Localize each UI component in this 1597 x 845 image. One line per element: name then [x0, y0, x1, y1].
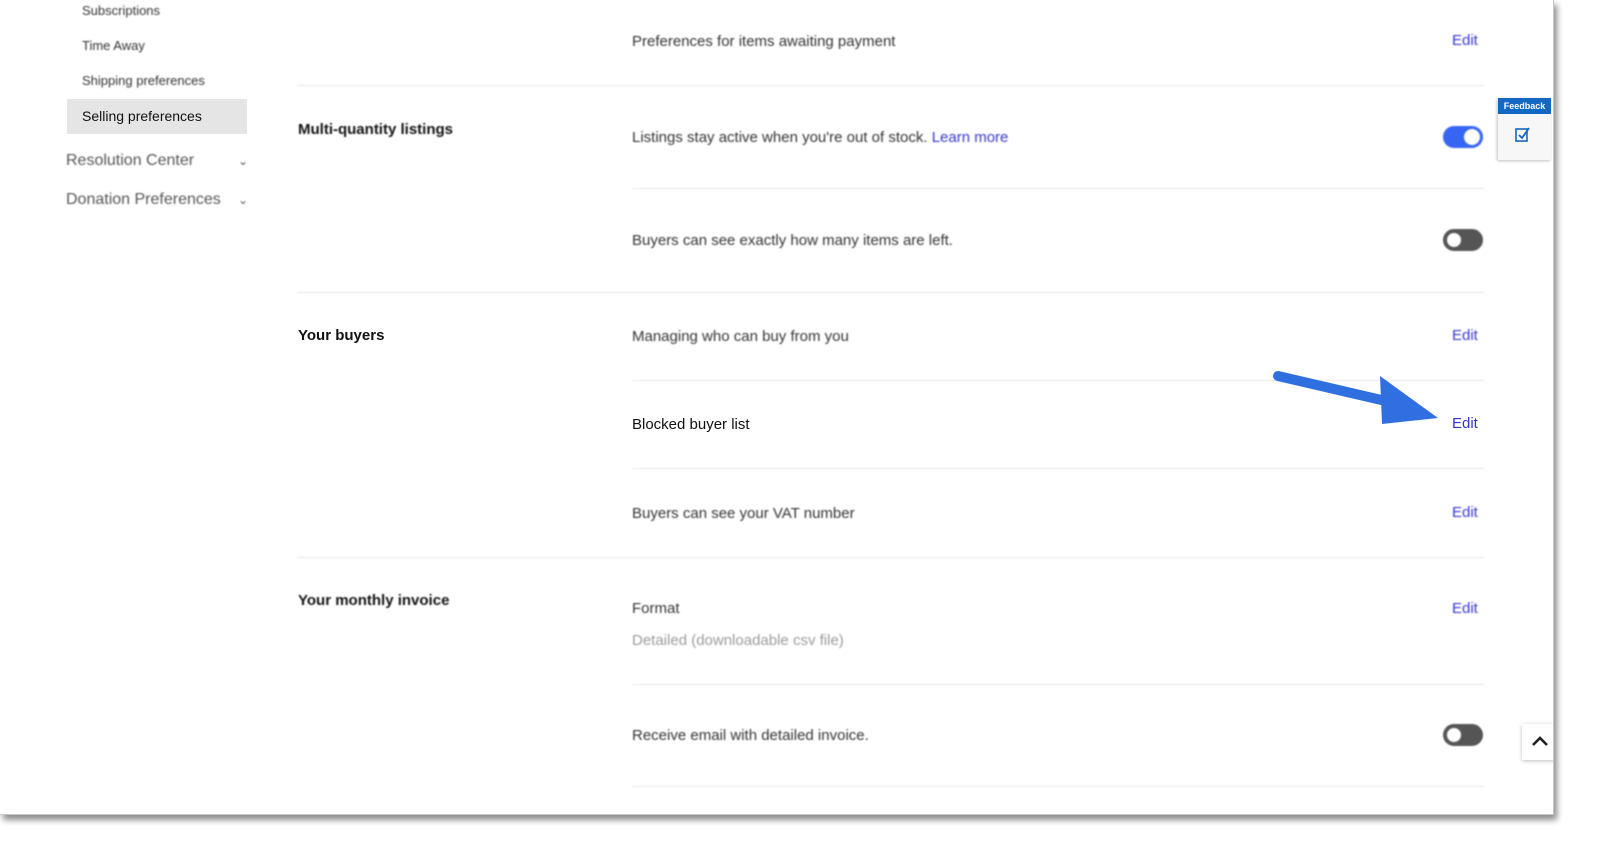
section-title-monthly-invoice: Your monthly invoice	[298, 592, 450, 609]
items-left-label: Buyers can see exactly how many items ar…	[632, 232, 953, 249]
sidebar-item-selling-preferences[interactable]: Selling preferences	[67, 99, 247, 134]
managing-buyers-label: Managing who can buy from you	[632, 328, 849, 345]
vat-number-edit-link[interactable]: Edit	[1452, 504, 1478, 521]
sidebar-item-label: Donation Preferences	[66, 191, 221, 208]
divider	[297, 557, 1484, 558]
chevron-up-icon	[1532, 736, 1548, 746]
screenshot-frame: Subscriptions Time Away Shipping prefere…	[0, 0, 1554, 815]
chevron-down-icon: ⌄	[237, 154, 248, 168]
sidebar-item-shipping-preferences[interactable]: Shipping preferences	[82, 73, 205, 88]
blocked-buyer-list-edit-link[interactable]: Edit	[1452, 415, 1478, 432]
sidebar-item-time-away[interactable]: Time Away	[82, 38, 145, 53]
stay-active-label: Listings stay active when you're out of …	[632, 129, 1008, 146]
stay-active-toggle[interactable]	[1443, 126, 1483, 148]
section-title-multi-quantity: Multi-quantity listings	[298, 121, 453, 138]
back-to-top-button[interactable]	[1522, 724, 1553, 760]
divider	[632, 684, 1484, 685]
toggle-knob	[1447, 728, 1461, 742]
managing-buyers-edit-link[interactable]: Edit	[1452, 327, 1478, 344]
sidebar-item-subscriptions[interactable]: Subscriptions	[82, 3, 160, 18]
sidebar-item-label: Resolution Center	[66, 152, 195, 169]
format-edit-link[interactable]: Edit	[1452, 600, 1478, 617]
divider	[632, 188, 1484, 189]
divider	[632, 468, 1484, 469]
annotation-arrow-icon	[1273, 371, 1438, 424]
items-left-toggle[interactable]	[1443, 229, 1483, 251]
chevron-down-icon: ⌄	[237, 193, 248, 207]
learn-more-link[interactable]: Learn more	[932, 129, 1009, 146]
divider	[297, 292, 1484, 293]
toggle-knob	[1464, 129, 1480, 145]
feedback-label: Feedback	[1498, 98, 1551, 114]
divider	[632, 786, 1484, 787]
section-title-your-buyers: Your buyers	[298, 327, 385, 344]
vat-number-label: Buyers can see your VAT number	[632, 505, 855, 522]
toggle-knob	[1447, 233, 1461, 247]
format-label: Format	[632, 600, 680, 617]
blocked-buyer-list-label: Blocked buyer list	[632, 416, 750, 433]
sidebar-item-resolution-center[interactable]: Resolution Center ⌄	[66, 152, 248, 170]
email-invoice-label: Receive email with detailed invoice.	[632, 727, 869, 744]
sidebar-item-donation-preferences[interactable]: Donation Preferences ⌄	[66, 191, 248, 209]
divider	[297, 85, 1484, 86]
email-invoice-toggle[interactable]	[1443, 724, 1483, 746]
feedback-icon	[1515, 127, 1530, 142]
feedback-tab[interactable]: Feedback	[1498, 98, 1551, 160]
awaiting-payment-label: Preferences for items awaiting payment	[632, 33, 896, 50]
stay-active-text: Listings stay active when you're out of …	[632, 129, 928, 146]
format-value: Detailed (downloadable csv file)	[632, 632, 844, 649]
awaiting-payment-edit-link[interactable]: Edit	[1452, 32, 1478, 49]
sidebar-item-label: Selling preferences	[82, 108, 202, 124]
